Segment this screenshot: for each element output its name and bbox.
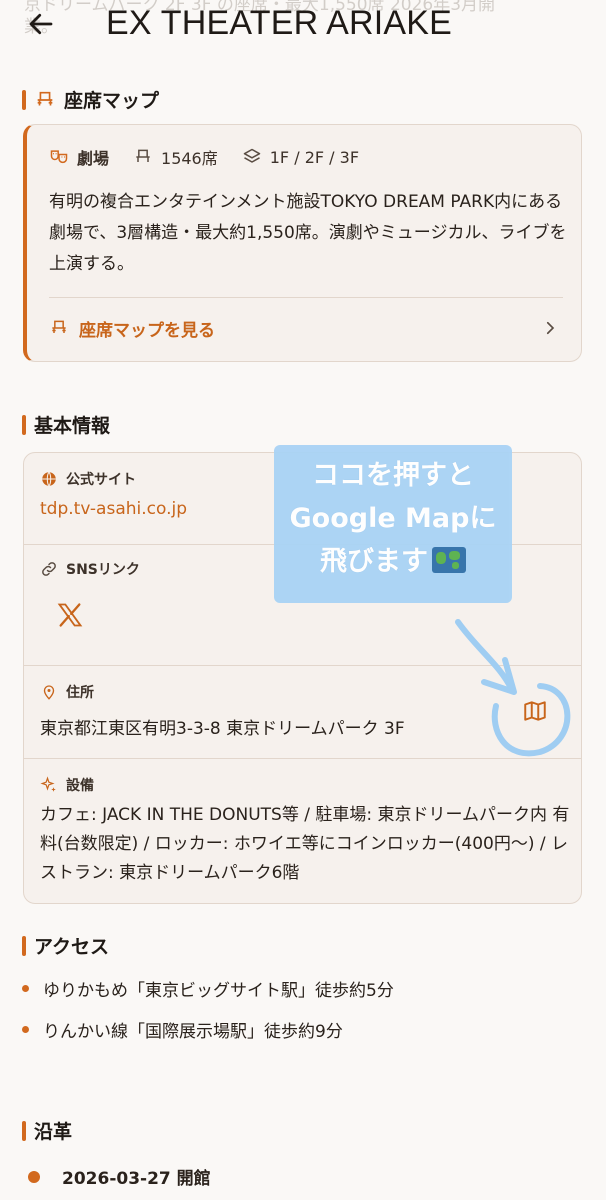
access-item: ゆりかもめ「東京ビッグサイト駅」徒歩約5分 — [22, 976, 394, 1001]
facilities-label-row: 設備 — [40, 775, 94, 795]
theater-label: 劇場 — [77, 149, 110, 168]
address-value: 東京都江東区有明3-3-8 東京ドリームパーク 3F — [40, 719, 405, 739]
seat-icon — [52, 320, 66, 333]
sns-label: SNSリンク — [66, 562, 140, 578]
map-icon[interactable] — [522, 698, 548, 724]
annotation-callout: ココを押すと Google Mapに 飛びます — [274, 445, 512, 603]
annotation-line-1: ココを押すと — [312, 460, 474, 491]
official-site-link[interactable]: tdp.tv-asahi.co.jp — [40, 499, 187, 519]
seat-map-card: 劇場 1546席 1F / 2F / 3F 有明の複合エンタテインメント施設TO… — [23, 124, 582, 362]
seat-icon — [136, 149, 150, 162]
facilities-value: カフェ: JACK IN THE DONUTS等 / 駐車場: 東京ドリームパー… — [40, 805, 570, 883]
section-title-seat-map: 座席マップ — [22, 86, 159, 113]
official-site-label-row: 公式サイト — [40, 469, 136, 489]
section-accent-bar — [22, 935, 26, 956]
address-label: 住所 — [66, 685, 94, 701]
link-icon — [42, 562, 56, 576]
top-app-bar: EX THEATER ARIAKE — [0, 0, 606, 52]
address-section: 住所 東京都江東区有明3-3-8 東京ドリームパーク 3F — [24, 666, 581, 758]
access-item-text: りんかい線「国際展示場駅」徒歩約9分 — [43, 1022, 343, 1042]
layers-icon — [243, 148, 260, 163]
floor-info-text: 1F / 2F / 3F — [269, 147, 360, 167]
history-item: 2026-03-27 開館 — [28, 1164, 211, 1189]
theater-description: 有明の複合エンタテインメント施設TOKYO DREAM PARK内にある劇場で、… — [49, 192, 567, 274]
arrow-left-icon[interactable] — [26, 9, 56, 39]
section-title-basic-info: 基本情報 — [22, 411, 110, 438]
section-title-text: 座席マップ — [64, 90, 160, 112]
address-label-row: 住所 — [40, 682, 94, 702]
view-seat-map-link[interactable]: 座席マップを見る — [49, 313, 559, 343]
timeline-dot — [28, 1170, 40, 1183]
section-accent-bar — [22, 89, 26, 110]
section-title-text: アクセス — [34, 936, 110, 958]
access-item-text: ゆりかもめ「東京ビッグサイト駅」徒歩約5分 — [43, 981, 394, 1001]
theater-type: 劇場 — [49, 145, 109, 169]
section-title-text: 基本情報 — [34, 415, 111, 437]
bullet-dot — [22, 985, 29, 992]
theater-meta-row: 劇場 1546席 1F / 2F / 3F — [49, 145, 359, 169]
page-title: EX THEATER ARIAKE — [106, 4, 453, 42]
section-title-access: アクセス — [22, 932, 109, 959]
bullet-dot — [22, 1026, 29, 1033]
official-site-label: 公式サイト — [66, 472, 136, 488]
annotation-line-3-row: 飛びます — [274, 540, 512, 583]
seat-count: 1546席 — [133, 145, 218, 169]
x-logo-icon[interactable] — [56, 601, 84, 629]
seat-count-text: 1546席 — [161, 149, 218, 168]
section-accent-bar — [22, 1120, 26, 1141]
history-date: 2026-03-27 — [62, 1169, 171, 1189]
facilities-label: 設備 — [66, 778, 94, 794]
access-item: りんかい線「国際展示場駅」徒歩約9分 — [22, 1017, 343, 1042]
facilities-section: 設備 カフェ: JACK IN THE DONUTS等 / 駐車場: 東京ドリー… — [24, 759, 581, 905]
section-title-text: 沿革 — [34, 1121, 73, 1143]
floor-info: 1F / 2F / 3F — [242, 147, 359, 167]
card-divider — [49, 297, 563, 298]
history-event: 開館 — [176, 1169, 211, 1189]
section-accent-bar — [22, 414, 26, 435]
world-map-emoji-icon — [432, 547, 466, 573]
annotation-line-3: 飛びます — [320, 546, 428, 577]
section-title-history: 沿革 — [22, 1117, 72, 1144]
seat-icon — [37, 91, 53, 105]
theater-masks-icon — [50, 150, 68, 164]
sparkles-icon — [40, 776, 56, 792]
view-seat-map-label: 座席マップを見る — [79, 320, 215, 341]
chevron-right-icon — [546, 321, 555, 335]
globe-icon — [42, 471, 56, 487]
annotation-line-2: Google Mapに — [289, 503, 497, 534]
sns-label-row: SNSリンク — [40, 559, 140, 579]
location-pin-icon — [43, 685, 55, 700]
